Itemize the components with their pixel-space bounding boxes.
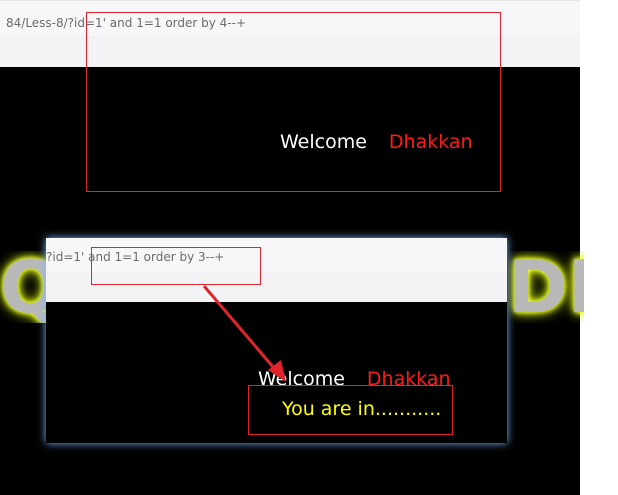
- banner-left-letters: QL: [0, 251, 46, 323]
- banner-right-letters: DEI: [508, 251, 584, 323]
- annotation-box-result: [248, 385, 453, 435]
- annotation-box-query: [91, 247, 261, 285]
- annotation-box-top: [86, 12, 501, 192]
- annotated-screenshot: 84/Less-8/?id=1' and 1=1 order by 4--+ W…: [0, 0, 618, 495]
